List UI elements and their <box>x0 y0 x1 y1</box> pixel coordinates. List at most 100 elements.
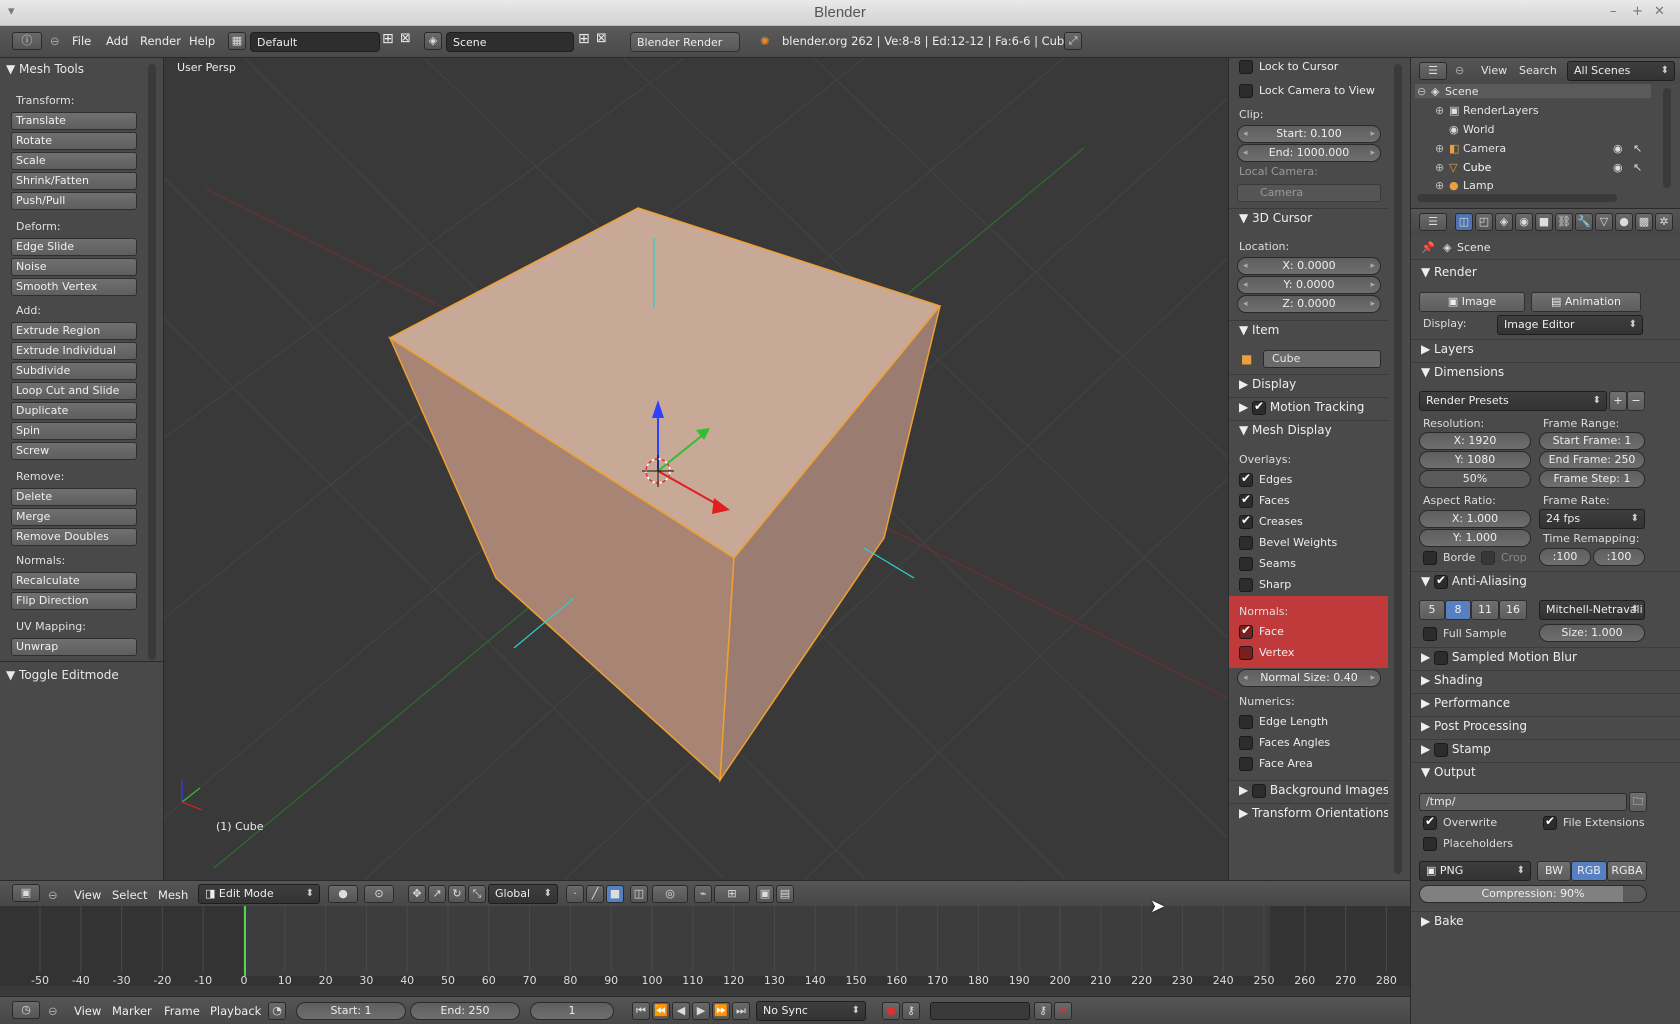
pivot-point-icon[interactable]: ⊙ <box>364 885 394 903</box>
keying-set-icon[interactable]: ⚷ <box>902 1002 920 1020</box>
resolution-y-field[interactable]: Y: 1080 <box>1419 451 1531 469</box>
transform-orientations-header[interactable]: ▶ Transform Orientations <box>1239 806 1390 820</box>
output-path-field[interactable]: /tmp/ <box>1419 793 1627 811</box>
bake-header[interactable]: ▶ Bake <box>1421 914 1464 928</box>
timeline-start-field[interactable]: Start: 1 <box>296 1002 406 1020</box>
cursor-x-field[interactable]: X: 0.0000 <box>1237 257 1381 275</box>
occlude-geometry-icon[interactable]: ◫ <box>630 885 648 903</box>
output-header[interactable]: ▼ Output <box>1421 765 1476 779</box>
rotate-manipulator-icon[interactable]: ↻ <box>448 885 466 903</box>
extrude-region-button[interactable]: Extrude Region <box>11 322 137 340</box>
outliner-scrollbar[interactable] <box>1663 88 1671 188</box>
normal-face-checkbox[interactable] <box>1239 623 1253 639</box>
aspect-y-field[interactable]: Y: 1.000 <box>1419 529 1531 547</box>
add-scene-icon[interactable]: ⊞ <box>578 31 590 47</box>
background-images-checkbox[interactable] <box>1252 783 1267 798</box>
outliner-world[interactable]: World <box>1463 123 1495 136</box>
render-presets-select[interactable]: Render Presets <box>1419 391 1607 411</box>
jump-end-icon[interactable]: ⏭ <box>732 1002 750 1020</box>
performance-header[interactable]: ▶ Performance <box>1421 696 1510 710</box>
renderlayers-expand-icon[interactable]: ⊕ <box>1435 104 1444 117</box>
file-format-select[interactable]: ▣ PNG <box>1419 861 1531 881</box>
timeline-view-menu[interactable]: View <box>74 1004 101 1018</box>
dimensions-panel-header[interactable]: ▼ Dimensions <box>1421 365 1504 379</box>
resolution-percent-field[interactable]: 50% <box>1419 470 1531 488</box>
overlay-creases-checkbox[interactable] <box>1239 513 1253 529</box>
object-context-icon[interactable]: ■ <box>1535 213 1553 231</box>
smooth-vertex-button[interactable]: Smooth Vertex <box>11 278 137 296</box>
outliner-h-scrollbar[interactable] <box>1417 194 1617 202</box>
normal-size-field[interactable]: Normal Size: 0.40 <box>1237 669 1381 687</box>
outliner-camera[interactable]: Camera <box>1463 142 1506 155</box>
add-preset-button[interactable]: + <box>1609 391 1627 411</box>
insert-keyframe-icon[interactable]: ⚷ <box>1034 1002 1052 1020</box>
layers-panel-header[interactable]: ▶ Layers <box>1421 342 1474 356</box>
stamp-checkbox[interactable] <box>1434 742 1449 757</box>
remap-new-field[interactable]: :100 <box>1593 548 1645 566</box>
cursor-panel-header[interactable]: ▼ 3D Cursor <box>1239 211 1312 225</box>
delete-button[interactable]: Delete <box>11 488 137 506</box>
world-context-icon[interactable]: ◉ <box>1515 213 1533 231</box>
motion-blur-checkbox[interactable] <box>1434 650 1449 665</box>
numeric-edge-length-checkbox[interactable] <box>1239 715 1253 729</box>
outliner-cube[interactable]: Cube <box>1463 161 1491 174</box>
translate-button[interactable]: Translate <box>11 112 137 130</box>
minimize-icon[interactable]: – <box>1610 4 1617 19</box>
lock-camera-checkbox[interactable] <box>1239 84 1253 98</box>
frame-step-field[interactable]: Frame Step: 1 <box>1539 470 1645 488</box>
numeric-face-angles-checkbox[interactable] <box>1239 736 1253 750</box>
cursor-y-field[interactable]: Y: 0.0000 <box>1237 276 1381 294</box>
particles-context-icon[interactable]: ✲ <box>1655 213 1673 231</box>
timeline-playback-menu[interactable]: Playback <box>210 1004 261 1018</box>
duplicate-button[interactable]: Duplicate <box>11 402 137 420</box>
texture-context-icon[interactable]: ▩ <box>1635 213 1653 231</box>
record-icon[interactable]: ● <box>882 1002 900 1020</box>
outliner-view-menu[interactable]: View <box>1481 64 1507 77</box>
item-panel-header[interactable]: ▼ Item <box>1239 323 1279 337</box>
frame-rate-select[interactable]: 24 fps <box>1539 509 1645 529</box>
flip-direction-button[interactable]: Flip Direction <box>11 592 137 610</box>
aa-filter-select[interactable]: Mitchell-Netravali <box>1539 600 1645 620</box>
delete-keyframe-icon[interactable]: ✕ <box>1054 1002 1072 1020</box>
vertex-select-icon[interactable]: · <box>566 885 584 903</box>
manipulator-toggle-icon[interactable]: ✥ <box>408 885 426 903</box>
file-extensions-checkbox[interactable] <box>1543 814 1557 830</box>
overlay-seams-checkbox[interactable] <box>1239 557 1253 571</box>
start-frame-field[interactable]: Start Frame: 1 <box>1539 432 1645 450</box>
noise-button[interactable]: Noise <box>11 258 137 276</box>
outliner-collapse-icon[interactable]: ⊖ <box>1455 64 1464 77</box>
cursor-z-field[interactable]: Z: 0.0000 <box>1237 295 1381 313</box>
viewport-shading-icon[interactable]: ● <box>328 885 358 903</box>
scale-button[interactable]: Scale <box>11 152 137 170</box>
current-frame-field[interactable]: 1 <box>530 1002 614 1020</box>
properties-editor-icon[interactable]: ☰ <box>1419 213 1447 231</box>
aa-samples-5[interactable]: 5 <box>1419 600 1445 620</box>
camera-expand-icon[interactable]: ⊕ <box>1435 142 1444 155</box>
scene-icon[interactable]: ◈ <box>424 32 442 50</box>
modifiers-context-icon[interactable]: 🔧 <box>1575 213 1593 231</box>
cube-visibility-icon[interactable]: ◉ <box>1613 161 1623 174</box>
viewport-collapse-icon[interactable]: ⊖ <box>48 888 58 902</box>
jump-keyframe-forward-icon[interactable]: ⏩ <box>712 1002 730 1020</box>
viewport-view-menu[interactable]: View <box>74 888 101 902</box>
motion-tracking-checkbox[interactable] <box>1252 399 1267 415</box>
edge-slide-button[interactable]: Edge Slide <box>11 238 137 256</box>
rotate-button[interactable]: Rotate <box>11 132 137 150</box>
remove-scene-icon[interactable]: ⊠ <box>596 31 607 46</box>
display-panel-header[interactable]: ▶ Display <box>1239 377 1296 391</box>
menu-help[interactable]: Help <box>189 34 215 48</box>
menu-add[interactable]: Add <box>106 34 128 48</box>
render-panel-header[interactable]: ▼ Render <box>1421 265 1477 279</box>
aspect-x-field[interactable]: X: 1.000 <box>1419 510 1531 528</box>
timeline-collapse-icon[interactable]: ⊖ <box>48 1004 58 1018</box>
shrink-fatten-button[interactable]: Shrink/Fatten <box>11 172 137 190</box>
render-image-button[interactable]: ▣ Image <box>1419 292 1525 312</box>
push-pull-button[interactable]: Push/Pull <box>11 192 137 210</box>
opengl-anim-icon[interactable]: ▤ <box>776 885 794 903</box>
outliner-search-menu[interactable]: Search <box>1519 64 1557 77</box>
viewport-mesh-menu[interactable]: Mesh <box>158 888 188 902</box>
render-engine-select[interactable]: Blender Render <box>630 32 740 52</box>
render-context-icon[interactable]: ◫ <box>1455 213 1473 231</box>
timeline-marker-menu[interactable]: Marker <box>112 1004 152 1018</box>
aa-samples-8[interactable]: 8 <box>1445 600 1471 620</box>
